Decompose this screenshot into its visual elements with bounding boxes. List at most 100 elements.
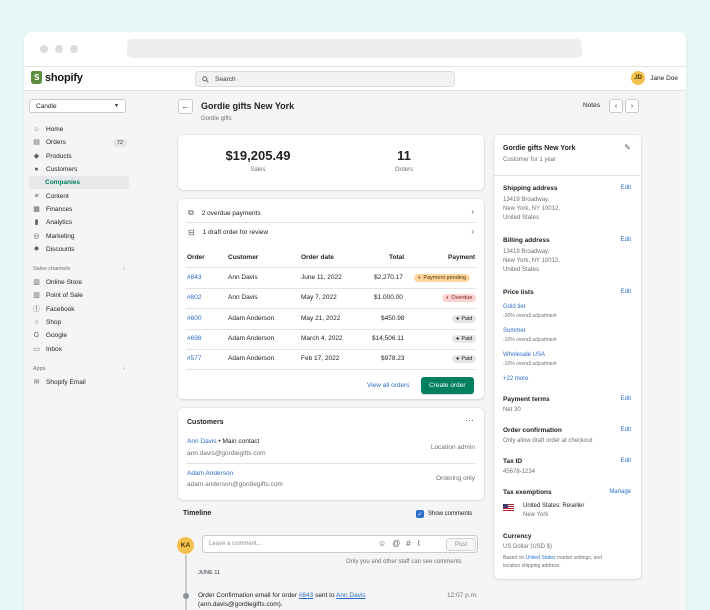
back-button[interactable]: ← (178, 99, 193, 114)
sidebar-item-finances[interactable]: ▦ Finances (29, 203, 131, 216)
comment-input[interactable]: Leave a comment... (202, 535, 478, 553)
order-link[interactable]: #600 (187, 315, 201, 322)
status-badge: ◐ Payment pending (414, 274, 471, 282)
overdue-alert[interactable]: ⧉ 2 overdue payments (188, 208, 261, 218)
sales-channels-header[interactable]: Sales channels › (29, 266, 129, 272)
price-list-link[interactable]: Gold tier (503, 304, 526, 310)
nav-label: Google (46, 332, 67, 340)
chevron-right-icon[interactable]: › (471, 207, 474, 216)
next-button[interactable]: › (625, 99, 639, 113)
show-comments-checkbox[interactable]: ✓ Show comments (416, 510, 472, 518)
edit-order-confirmation-link[interactable]: Edit (621, 427, 631, 433)
sidebar-item-companies[interactable]: Companies (29, 176, 129, 190)
nav-label: Shop (46, 319, 62, 326)
edit-payment-terms-link[interactable]: Edit (621, 396, 631, 402)
order-link[interactable]: #698 (187, 335, 201, 342)
shopify-logo[interactable]: shopify (31, 71, 83, 84)
currency-note: Based on United States market settings, … (503, 555, 602, 561)
draft-alert[interactable]: ⊟ 1 draft order for review (188, 228, 268, 237)
sidebar-item-online-store[interactable]: ▥ Online Store (29, 276, 131, 289)
sidebar-item-inbox[interactable]: ▭ Inbox (29, 342, 131, 355)
sidebar-item-shop[interactable]: ○ Shop (29, 316, 131, 329)
discounts-icon: ✹ (33, 245, 40, 253)
apps-header[interactable]: Apps › (29, 366, 129, 372)
sidebar-item-analytics[interactable]: ▮ Analytics (29, 216, 131, 229)
status-text: Paid (461, 356, 473, 362)
address-line: United States (503, 267, 540, 273)
emoji-icon[interactable]: ☺ (378, 539, 386, 548)
column-header: Total (389, 254, 405, 261)
order-link[interactable]: #577 (187, 355, 201, 362)
price-list-link[interactable]: Summer (503, 328, 526, 334)
edit-shipping-link[interactable]: Edit (621, 185, 631, 191)
nav-label: Marketing (46, 232, 75, 240)
sidebar-item-customers[interactable]: ● Customers (29, 163, 131, 176)
sidebar-item-content[interactable]: ≡ Content (29, 189, 131, 202)
search-input[interactable]: Search (195, 71, 455, 87)
status-text: Paid (461, 316, 473, 322)
event-order-link[interactable]: #843 (299, 592, 313, 599)
price-list-link[interactable]: Wholesale USA (503, 352, 545, 358)
sidebar-item-discounts[interactable]: ✹ Discounts (29, 243, 131, 256)
create-order-button[interactable]: Create order (421, 377, 474, 394)
timeline-title: Timeline (183, 510, 212, 517)
copy-icon: ⧉ (188, 208, 194, 217)
mention-icon[interactable]: @ (392, 539, 400, 548)
market-link[interactable]: United States (526, 555, 556, 561)
tax-id-value: 45678-1234 (503, 469, 536, 475)
contact-name-link[interactable]: Ann Davis (187, 438, 217, 445)
contact-email: adam.anderson@gordiegifts.com (187, 481, 283, 488)
customers-icon: ● (34, 166, 39, 174)
sidebar-item-orders[interactable]: ▤ Orders 72 (29, 136, 131, 149)
google-icon: G (33, 332, 40, 340)
alert-text: 1 draft order for review (202, 229, 269, 236)
sidebar-item-facebook[interactable]: ⓕ Facebook (29, 303, 131, 316)
sidebar-item-point-of-sale[interactable]: ▥ Point of Sale (29, 289, 131, 302)
contact-name-link[interactable]: Adam Anderson (187, 470, 233, 477)
sidebar-item-products[interactable]: ◆ Products (29, 150, 131, 163)
more-price-lists-link[interactable]: +22 more (503, 376, 529, 382)
draft-icon: ⊟ (188, 228, 195, 237)
orders-label: Orders (394, 167, 414, 173)
post-button[interactable]: Post (446, 538, 477, 551)
manage-tax-exemptions-link[interactable]: Manage (609, 489, 631, 495)
customer-cell: Ann Davis (228, 294, 258, 301)
sidebar-item-home[interactable]: ⌂ Home (29, 123, 131, 136)
view-all-orders-link[interactable]: View all orders (367, 382, 410, 389)
shipping-address-label: Shipping address (503, 185, 558, 192)
event-customer-link[interactable]: Ann Davis (336, 592, 366, 599)
pencil-icon[interactable]: ✎ (624, 143, 631, 152)
page-subtitle[interactable]: Gordie gifts (201, 116, 232, 122)
edit-billing-link[interactable]: Edit (621, 237, 631, 243)
billing-address-label: Billing address (503, 237, 550, 244)
shipping-address: 13419 Broadway, New York, NY 10012, United… (503, 196, 560, 223)
edit-tax-id-link[interactable]: Edit (621, 458, 631, 464)
chevron-right-icon[interactable]: › (471, 227, 474, 236)
main-nav: ⌂ Home ▤ Orders 72 ◆ Products ● Customers Com… (29, 123, 131, 256)
attachment-icon[interactable]: ⌇ (417, 539, 421, 548)
sidebar-item-google[interactable]: G Google (29, 329, 131, 342)
url-bar[interactable] (127, 39, 582, 58)
search-icon (202, 75, 209, 83)
status-badge: ● Paid (452, 355, 477, 363)
hashtag-icon[interactable]: # (406, 539, 410, 548)
status-text: Paid (461, 336, 473, 342)
divider (186, 222, 476, 223)
divider (186, 329, 476, 330)
notes-button[interactable]: Notes (583, 102, 600, 109)
sidebar-item-shopify-email[interactable]: ✉ Shopify Email (29, 376, 131, 389)
previous-button[interactable]: ‹ (609, 99, 623, 113)
inbox-icon: ▭ (33, 345, 40, 353)
orders-icon: ▤ (33, 139, 40, 147)
order-link[interactable]: #843 (187, 274, 201, 281)
sidebar-item-marketing[interactable]: ◎ Marketing (29, 229, 131, 242)
address-line: New York, NY 10012, (503, 206, 560, 212)
nav-label: Companies (45, 179, 81, 187)
order-link[interactable]: #802 (187, 294, 201, 301)
event-text: Order Confirmation email for order (198, 592, 299, 599)
store-select[interactable]: Candle ▼ (29, 99, 126, 113)
more-horizontal-icon[interactable]: ⋯ (465, 415, 474, 426)
edit-price-lists-link[interactable]: Edit (621, 289, 631, 295)
user-menu[interactable]: JD Jane Doe (631, 71, 678, 85)
price-lists-label: Price lists (503, 289, 534, 296)
